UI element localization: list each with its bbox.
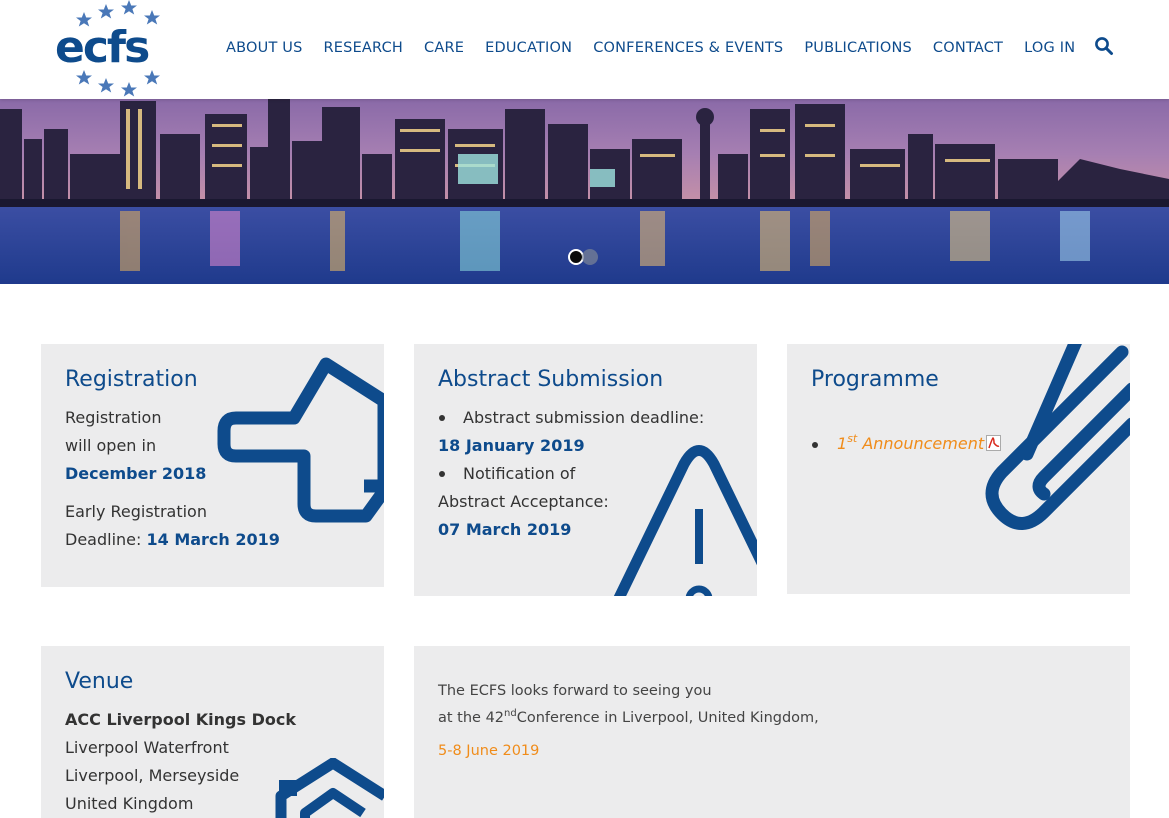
notification-date: 07 March 2019 xyxy=(438,520,572,539)
pdf-icon[interactable] xyxy=(986,435,1001,451)
abstract-deadline-date: 18 January 2019 xyxy=(438,436,585,455)
welcome-message-card: The ECFS looks forward to seeing you at … xyxy=(414,646,1130,818)
programme-card: Programme 1st Announcement xyxy=(787,344,1130,594)
venue-address-1: Liverpool Waterfront xyxy=(65,738,229,757)
notification-label-2: Abstract Acceptance: xyxy=(438,492,609,511)
registration-line-1: Registration xyxy=(65,408,162,427)
venue-name: ACC Liverpool Kings Dock xyxy=(65,710,296,729)
slider-dots xyxy=(568,249,600,265)
house-icon xyxy=(275,758,384,818)
announcement-number: 1 xyxy=(837,434,848,453)
slider-dot-2[interactable] xyxy=(582,249,598,265)
first-announcement-link[interactable]: 1st Announcement xyxy=(837,432,984,453)
nav-log-in[interactable]: LOG IN xyxy=(1024,40,1075,56)
registration-line-2: will open in xyxy=(65,436,157,455)
notification-label-1: Notification of xyxy=(463,464,576,483)
nav-education[interactable]: EDUCATION xyxy=(485,40,572,56)
bullet-1 xyxy=(439,415,445,421)
ecfs-logo[interactable]: ecfs xyxy=(55,0,179,99)
programme-title: Programme xyxy=(811,367,939,392)
pointing-hand-icon xyxy=(217,357,384,523)
warning-triangle-icon xyxy=(613,445,757,596)
abstract-deadline-label: Abstract submission deadline: xyxy=(463,408,705,427)
early-registration-date: 14 March 2019 xyxy=(146,530,280,549)
announcement-text: Announcement xyxy=(857,434,985,453)
venue-address-2: Liverpool, Merseyside xyxy=(65,766,240,785)
registration-card: Registration Registration will open in D… xyxy=(41,344,384,587)
message-line-2a: at the 42 xyxy=(438,710,505,726)
message-line-1: The ECFS looks forward to seeing you xyxy=(438,683,712,699)
message-sup: nd xyxy=(504,708,517,719)
nav-about-us[interactable]: ABOUT US xyxy=(226,40,303,56)
nav-publications[interactable]: PUBLICATIONS xyxy=(804,40,912,56)
nav-contact[interactable]: CONTACT xyxy=(933,40,1003,56)
bullet-programme xyxy=(812,442,818,448)
bullet-2 xyxy=(439,471,445,477)
abstract-card: Abstract Submission Abstract submission … xyxy=(414,344,757,596)
message-line-2: at the 42ndConference in Liverpool, Unit… xyxy=(438,708,819,726)
venue-card: Venue ACC Liverpool Kings Dock Liverpool… xyxy=(41,646,384,818)
search-icon[interactable] xyxy=(1094,36,1114,56)
conference-dates: 5-8 June 2019 xyxy=(438,743,540,759)
venue-title: Venue xyxy=(65,669,134,694)
nav-research[interactable]: RESEARCH xyxy=(324,40,404,56)
registration-open-date: December 2018 xyxy=(65,464,207,483)
venue-country: United Kingdom xyxy=(65,794,194,813)
early-registration-label: Early Registration xyxy=(65,502,207,521)
nav-care[interactable]: CARE xyxy=(424,40,464,56)
main-nav: ABOUT US RESEARCH CARE EDUCATION CONFERE… xyxy=(226,38,1096,58)
site-header: ecfs ABOUT US RESEARCH CARE EDUCATION CO… xyxy=(0,0,1169,99)
message-line-2b: Conference in Liverpool, United Kingdom, xyxy=(516,710,819,726)
nav-conferences-events[interactable]: CONFERENCES & EVENTS xyxy=(593,40,783,56)
logo-text: ecfs xyxy=(55,22,149,73)
deadline-label: Deadline: xyxy=(65,530,147,549)
announcement-sup: st xyxy=(847,432,858,445)
early-registration-deadline: Deadline: 14 March 2019 xyxy=(65,526,280,554)
abstract-title: Abstract Submission xyxy=(438,367,664,392)
registration-title: Registration xyxy=(65,367,198,392)
